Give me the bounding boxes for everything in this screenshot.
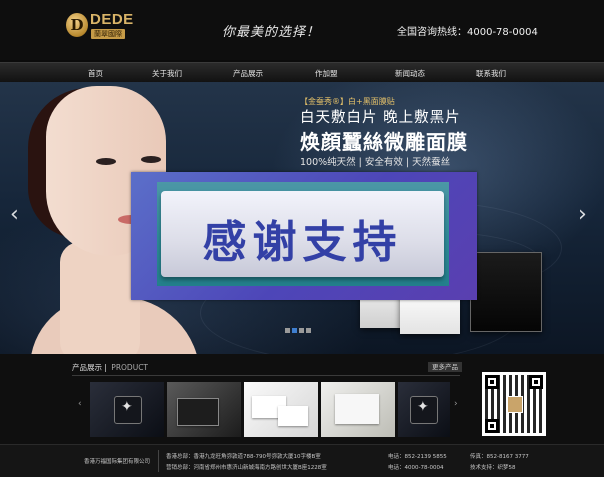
thanks-overlay-stamp: 感谢支持 xyxy=(131,172,477,300)
model-eye xyxy=(96,158,116,165)
qr-finder xyxy=(485,375,499,389)
slide-dot[interactable] xyxy=(306,328,311,333)
nav-item-home[interactable]: 首页 xyxy=(88,68,103,79)
product-pack xyxy=(278,406,308,426)
nav-item-about[interactable]: 关于我们 xyxy=(152,68,182,79)
product-pack xyxy=(335,394,379,424)
slide-dot[interactable] xyxy=(299,328,304,333)
slide-indicator xyxy=(285,318,313,337)
footer-phone-hotline: 电话：4000-78-0004 xyxy=(388,465,444,471)
products-title-en: PRODUCT xyxy=(111,363,149,372)
banner-next-arrow-icon[interactable]: › xyxy=(578,204,587,226)
footer-hk-address: 香港总部：香港九龙旺角弥敦道788-790号弥敦大厦10字楼B室 xyxy=(166,454,321,460)
product-thumb[interactable] xyxy=(167,382,241,437)
footer-company: 香港万福国际集团有限公司 xyxy=(84,459,151,465)
product-pack xyxy=(177,398,219,426)
divider xyxy=(72,375,460,376)
footer-tech-support[interactable]: 技术支持：织梦58 xyxy=(470,463,516,471)
stamp-frame: 感谢支持 xyxy=(157,182,449,286)
product-thumb[interactable] xyxy=(90,382,164,437)
main-nav: 首页 关于我们 产品展示 作加盟 新闻动态 联系我们 xyxy=(0,62,604,82)
qr-code xyxy=(482,372,546,436)
product-logo-icon xyxy=(410,396,438,424)
product-thumb[interactable] xyxy=(244,382,318,437)
products-heading: 产品展示 | PRODUCT xyxy=(72,363,149,372)
logo-badge-icon: D xyxy=(66,13,88,37)
product-thumb[interactable] xyxy=(398,382,450,437)
stamp-plate: 感谢支持 xyxy=(161,191,444,277)
slide-dot[interactable] xyxy=(292,328,297,333)
site-footer: 香港万福国际集团有限公司 香港总部：香港九龙旺角弥敦道788-790号弥敦大厦1… xyxy=(0,444,604,477)
banner-features: 100%纯天然 | 安全有效 | 天然蚕丝 xyxy=(300,157,451,168)
slogan: 你最美的选择！ xyxy=(222,25,321,40)
stamp-text: 感谢支持 xyxy=(202,217,403,268)
product-box-dark xyxy=(470,252,542,332)
product-logo-icon xyxy=(114,396,142,424)
site-header: D DEDE 蘭翠國際 你最美的选择！ 全国咨询热线：4000-78-0004 xyxy=(0,0,604,60)
more-products-link[interactable]: 更多产品 xyxy=(428,362,462,372)
site-logo[interactable]: D DEDE 蘭翠國際 xyxy=(66,10,133,46)
product-thumb[interactable] xyxy=(321,382,395,437)
footer-fax: 传真：852-8167 3777 xyxy=(470,454,529,460)
qr-finder xyxy=(529,375,543,389)
nav-item-products[interactable]: 产品展示 xyxy=(233,68,263,79)
hotline: 全国咨询热线：4000-78-0004 xyxy=(397,27,538,38)
logo-text: DEDE xyxy=(90,11,134,28)
qr-finder xyxy=(485,419,499,433)
qr-logo-icon xyxy=(507,396,523,413)
model-neck xyxy=(60,242,140,354)
footer-hn-address: 营销总部：河南省郑州市惠济山新城海南方路创世大厦B座1228室 xyxy=(166,465,327,471)
footer-divider xyxy=(158,450,159,472)
carousel-next-icon[interactable]: › xyxy=(454,399,458,409)
nav-item-news[interactable]: 新闻动态 xyxy=(395,68,425,79)
nav-item-contact[interactable]: 联系我们 xyxy=(476,68,506,79)
footer-phone-hk: 电话：852-2139 5855 xyxy=(388,454,447,460)
logo-subtitle: 蘭翠國際 xyxy=(91,29,125,39)
model-eye xyxy=(141,156,161,163)
banner-prev-arrow-icon[interactable]: ‹ xyxy=(10,204,19,226)
products-title: 产品展示 xyxy=(72,363,102,372)
nav-item-franchise[interactable]: 作加盟 xyxy=(315,68,338,79)
banner-headline: 焕顔蠶絲微雕面膜 xyxy=(300,130,468,154)
banner-line-1: 白天敷白片 晚上敷黑片 xyxy=(300,110,461,126)
slide-dot[interactable] xyxy=(285,328,290,333)
carousel-prev-icon[interactable]: ‹ xyxy=(78,399,82,409)
